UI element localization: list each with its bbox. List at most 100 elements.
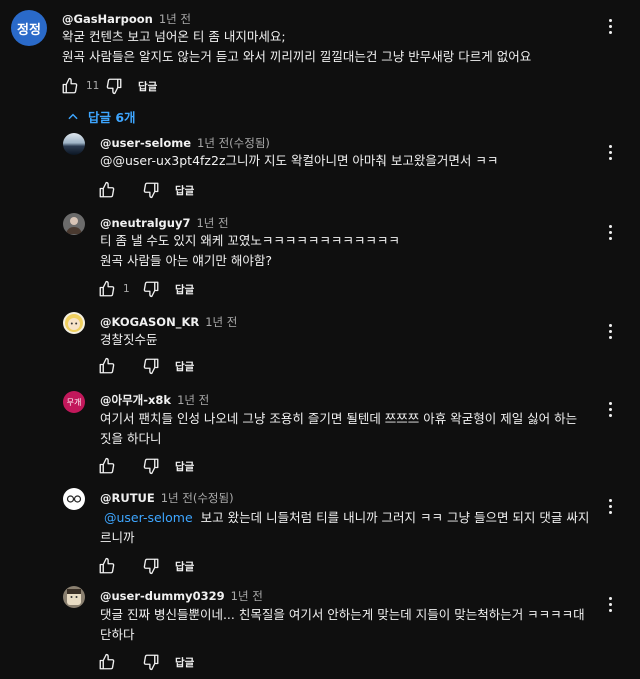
more-options-button[interactable] xyxy=(602,142,618,162)
dot xyxy=(608,335,612,339)
comment-author[interactable]: @GasHarpoon xyxy=(62,12,153,26)
thumb-down-icon xyxy=(106,78,122,95)
reply-line: @@user-ux3pt4fz2z그니까 지도 왁컬아니면 아마춰 보고왔을거면… xyxy=(100,153,499,168)
reply-time[interactable]: 1년 전 xyxy=(231,589,263,603)
reply-button[interactable]: 답글 xyxy=(138,79,157,94)
reply-time[interactable]: 1년 전 xyxy=(196,216,228,230)
more-options-button[interactable] xyxy=(602,594,618,614)
thumb-down-icon xyxy=(143,281,159,298)
mention-link[interactable]: @user-selome xyxy=(104,510,193,525)
like-button[interactable] xyxy=(60,76,80,96)
dot xyxy=(608,156,612,160)
thumb-up-icon xyxy=(99,280,115,297)
reply-button[interactable]: 답글 xyxy=(175,459,194,474)
avatar[interactable] xyxy=(63,312,85,334)
reply-author[interactable]: @neutralguy7 xyxy=(100,216,190,230)
reply-text: 경찰짓수듄 xyxy=(100,330,600,350)
dislike-button[interactable] xyxy=(141,652,161,672)
reply-line: 원곡 사람들 아는 얘기만 해야함? xyxy=(100,253,273,268)
reply-time[interactable]: 1년 전(수정됨) xyxy=(161,491,234,505)
like-button[interactable] xyxy=(97,652,117,672)
avatar[interactable] xyxy=(63,133,85,155)
reply-author-line: @KOGASON_KR 1년 전 xyxy=(100,314,237,330)
more-options-button[interactable] xyxy=(602,399,618,419)
reply-actions: 답글 xyxy=(97,356,194,376)
reply-line: 댓글 진짜 병신들뿐이네... 친목질을 여기서 안하는게 맞는데 지들이 맞는… xyxy=(100,607,585,622)
reply-actions: 답글 xyxy=(97,456,194,476)
avatar[interactable] xyxy=(63,213,85,235)
avatar[interactable] xyxy=(63,586,85,608)
avatar[interactable]: 무개 xyxy=(63,391,85,413)
dot xyxy=(608,236,612,240)
reply-text: 댓글 진짜 병신들뿐이네... 친목질을 여기서 안하는게 맞는데 지들이 맞는… xyxy=(100,605,605,645)
reply-author-line: @user-dummy0329 1년 전 xyxy=(100,588,263,604)
chevron-up-icon xyxy=(68,113,78,119)
reply-time[interactable]: 1년 전 xyxy=(205,315,237,329)
dot xyxy=(608,504,612,508)
reply-line: 르니까 xyxy=(100,530,135,545)
reply-author[interactable]: @아무개-x8k xyxy=(100,393,171,407)
reply-author[interactable]: @user-selome xyxy=(100,136,191,150)
reply-text: @user-selome 보고 왔는데 니들처럼 티를 내니까 그러지 ㅋㅋ 그냥… xyxy=(100,508,600,548)
reply-actions: 답글 xyxy=(97,652,194,672)
avatar[interactable] xyxy=(63,488,85,510)
reply-author-line: @user-selome 1년 전(수정됨) xyxy=(100,135,270,151)
reply-text: 여기서 팬치들 인성 나오네 그냥 조용히 즐기면 될텐데 쯔쯔쯔 아휴 왁굳형… xyxy=(100,409,600,449)
comment-time[interactable]: 1년 전 xyxy=(159,12,191,26)
like-count: 11 xyxy=(86,80,100,92)
comment-text: 왁굳 컨텐츠 보고 넘어온 티 좀 내지마세요; 원곡 사람들은 알지도 않는거… xyxy=(62,27,607,67)
dislike-button[interactable] xyxy=(141,356,161,376)
avatar[interactable]: 정정 xyxy=(11,10,47,46)
dot xyxy=(608,24,612,28)
dot xyxy=(608,329,612,333)
character-face-icon xyxy=(65,314,83,332)
dislike-button[interactable] xyxy=(141,456,161,476)
reply-button[interactable]: 답글 xyxy=(175,183,194,198)
like-count: 1 xyxy=(123,283,130,295)
reply-actions: 답글 xyxy=(97,180,194,200)
more-options-button[interactable] xyxy=(602,16,618,36)
more-options-button[interactable] xyxy=(602,222,618,242)
comment-line: 왁굳 컨텐츠 보고 넘어온 티 좀 내지마세요; xyxy=(62,29,286,44)
reply-author[interactable]: @user-dummy0329 xyxy=(100,589,225,603)
person-icon xyxy=(66,217,82,234)
thumb-up-icon xyxy=(99,181,115,198)
reply-author-line: @neutralguy7 1년 전 xyxy=(100,215,229,231)
dot xyxy=(608,608,612,612)
reply-author[interactable]: @KOGASON_KR xyxy=(100,315,199,329)
reply-button[interactable]: 답글 xyxy=(175,655,194,670)
reply-time[interactable]: 1년 전(수정됨) xyxy=(197,136,270,150)
dot xyxy=(608,224,612,228)
like-button[interactable] xyxy=(97,180,117,200)
more-options-button[interactable] xyxy=(602,496,618,516)
like-button[interactable] xyxy=(97,456,117,476)
dislike-button[interactable] xyxy=(141,556,161,576)
reply-author[interactable]: @RUTUE xyxy=(100,491,155,505)
comment-author-line: @GasHarpoon 1년 전 xyxy=(62,11,191,27)
dot xyxy=(608,413,612,417)
thumb-up-icon xyxy=(99,653,115,670)
dislike-button[interactable] xyxy=(141,279,161,299)
reply-line: 여기서 팬치들 인성 나오네 그냥 조용히 즐기면 될텐데 쯔쯔쯔 아휴 왁굳형… xyxy=(100,411,578,426)
avatar-initials: 정정 xyxy=(17,22,41,38)
like-button[interactable] xyxy=(97,279,117,299)
thumb-down-icon xyxy=(143,182,159,199)
like-button[interactable] xyxy=(97,356,117,376)
dot xyxy=(608,230,612,234)
thumb-up-icon xyxy=(62,77,78,94)
thumb-down-icon xyxy=(143,654,159,671)
thumb-down-icon xyxy=(143,558,159,575)
dot xyxy=(608,30,612,34)
replies-toggle-button[interactable]: 답글 6개 xyxy=(66,107,136,126)
dislike-button[interactable] xyxy=(104,76,124,96)
dot xyxy=(608,510,612,514)
like-button[interactable] xyxy=(97,556,117,576)
dot xyxy=(608,602,612,606)
reply-time[interactable]: 1년 전 xyxy=(177,393,209,407)
reply-actions: 답글 xyxy=(97,556,194,576)
reply-button[interactable]: 답글 xyxy=(175,559,194,574)
reply-button[interactable]: 답글 xyxy=(175,359,194,374)
reply-button[interactable]: 답글 xyxy=(175,282,194,297)
dislike-button[interactable] xyxy=(141,180,161,200)
more-options-button[interactable] xyxy=(602,321,618,341)
